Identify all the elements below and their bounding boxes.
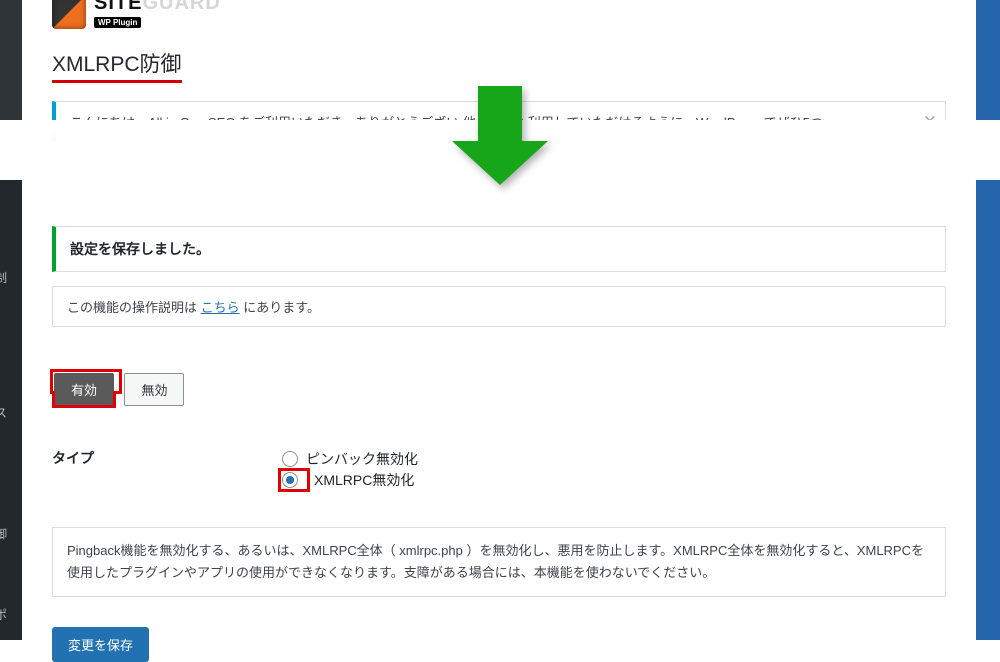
right-accent-bar xyxy=(976,0,1000,640)
radio-icon[interactable] xyxy=(282,451,298,467)
green-arrow-icon xyxy=(452,86,548,185)
sidebar-frag-b: ス xyxy=(0,404,7,421)
saved-notice-text: 設定を保存しました。 xyxy=(70,241,210,257)
plugin-subtitle: WP Plugin xyxy=(94,17,141,28)
radio-label-pingback: ピンバック無効化 xyxy=(306,449,418,469)
radio-icon[interactable] xyxy=(282,472,298,488)
explain-link[interactable]: こちら xyxy=(201,300,240,315)
siteguard-logo-icon xyxy=(52,0,86,29)
sidebar-frag-a: 制 xyxy=(0,269,7,286)
radio-label-xmlrpc: XMLRPC無効化 xyxy=(314,470,414,490)
plugin-name: SITEGUARD xyxy=(94,0,221,12)
toggle-on-button[interactable]: 有効 xyxy=(54,373,114,406)
saved-notice: 設定を保存しました。 xyxy=(52,226,946,272)
save-button[interactable]: 変更を保存 xyxy=(52,627,149,662)
highlight-box-radio xyxy=(282,472,306,488)
radio-row-pingback[interactable]: ピンバック無効化 xyxy=(282,449,946,469)
toggle-off-button[interactable]: 無効 xyxy=(124,373,184,406)
sidebar-active-notch xyxy=(22,196,32,216)
feature-description: Pingback機能を無効化する、あるいは、XMLRPC全体（ xmlrpc.p… xyxy=(52,527,946,597)
highlight-box-enable: 有効 xyxy=(52,371,120,392)
sidebar-frag-d: ポ xyxy=(0,606,7,623)
sidebar-frag-c: 御 xyxy=(0,525,7,542)
type-label: タイプ xyxy=(52,442,282,497)
explain-prefix: この機能の操作説明は xyxy=(67,300,201,315)
explain-suffix: にあります。 xyxy=(240,300,320,315)
plugin-header: SITEGUARD WP Plugin xyxy=(52,0,946,30)
page-title: XMLRPC防御 xyxy=(52,48,182,83)
explain-box: この機能の操作説明は こちら にあります。 xyxy=(52,286,946,327)
radio-row-xmlrpc[interactable]: XMLRPC無効化 xyxy=(282,470,946,490)
